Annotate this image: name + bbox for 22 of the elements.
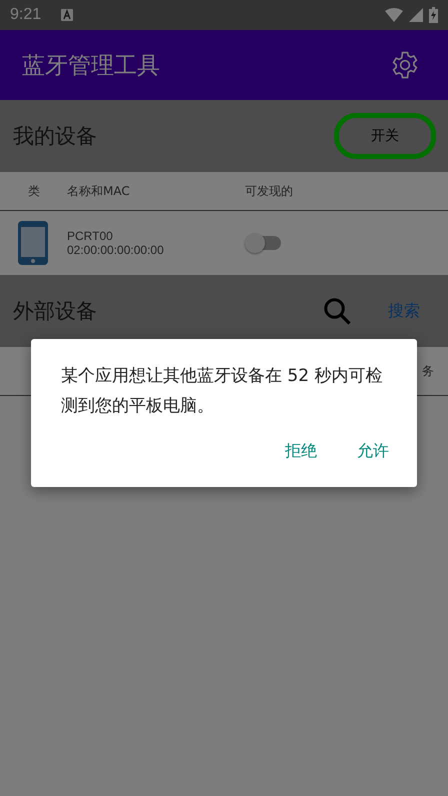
toggle-button[interactable]: 开关	[334, 113, 436, 159]
notification-icon	[61, 9, 74, 21]
column-header: 可发现的	[245, 182, 293, 200]
tablet-icon	[17, 220, 49, 266]
dialog-button[interactable]: 允许	[351, 437, 395, 466]
dialog-button[interactable]: 拒绝	[279, 437, 323, 466]
app-title: 蓝牙管理工具	[22, 52, 160, 80]
column-header: 名称和MAC	[67, 182, 131, 200]
device-mac: 02:00:00:00:00:00	[67, 243, 165, 257]
column-header: 类	[28, 182, 41, 200]
device-name: PCRT00	[67, 229, 114, 243]
column-header: 务	[422, 362, 434, 380]
section-title: 我的设备	[13, 123, 97, 150]
status-time: 9:21	[10, 6, 42, 24]
dialog-message: 某个应用想让其他蓝牙设备在 52 秒内可检测到您的平板电脑。	[61, 365, 384, 418]
signal-icon	[409, 8, 423, 22]
search-icon[interactable]	[322, 296, 352, 326]
discoverable-switch[interactable]	[247, 236, 281, 250]
settings-icon[interactable]	[390, 50, 420, 80]
section-title: 外部设备	[13, 298, 97, 325]
battery-icon	[429, 7, 438, 23]
wifi-icon	[385, 8, 403, 22]
